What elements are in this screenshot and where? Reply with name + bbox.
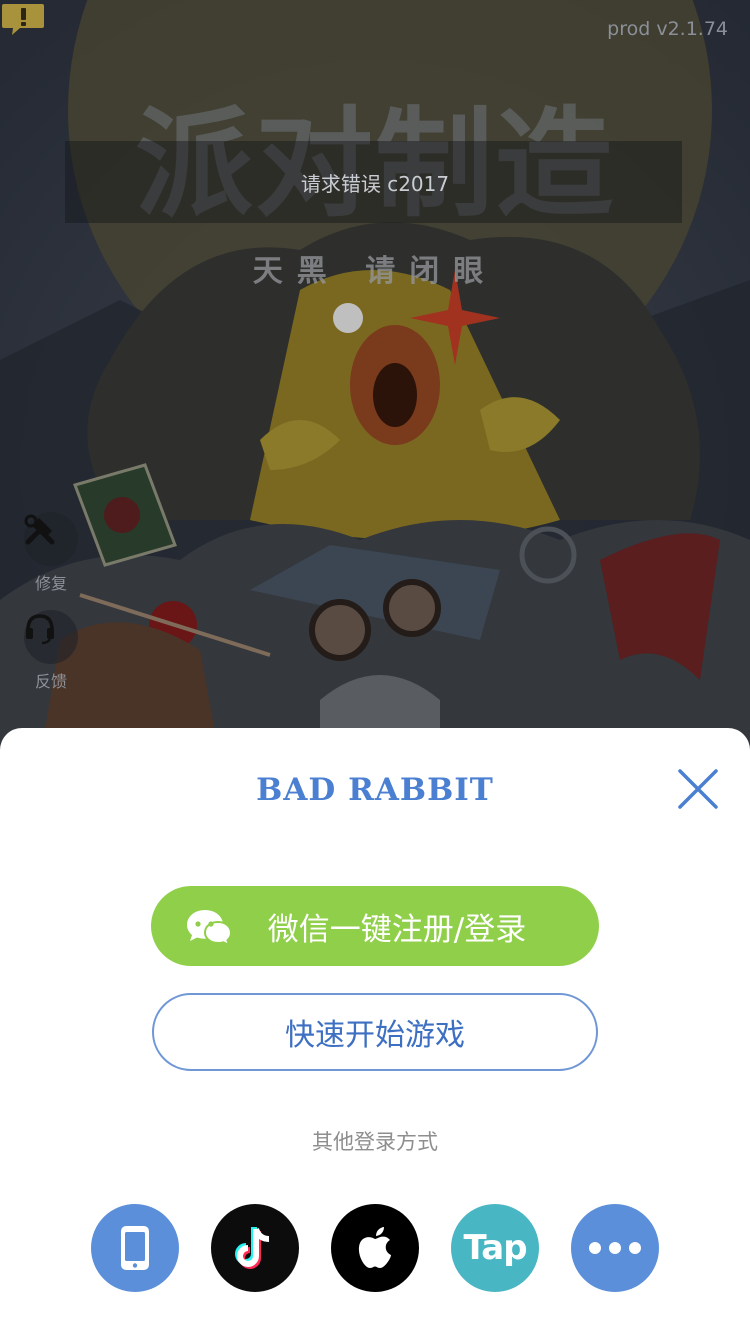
warning-bubble-icon (2, 4, 44, 35)
wechat-login-button[interactable]: 微信一键注册/登录 (151, 886, 599, 966)
quick-start-button[interactable]: 快速开始游戏 (152, 993, 598, 1071)
apple-icon (358, 1227, 391, 1268)
more-login-button[interactable] (571, 1204, 659, 1292)
taptap-icon: Tap (463, 1228, 527, 1268)
wechat-icon (187, 910, 233, 946)
tiktok-icon (235, 1227, 270, 1269)
more-icon (589, 1242, 641, 1254)
phone-icon (121, 1226, 149, 1270)
repair-icon-wrap (24, 512, 78, 566)
apple-login-button[interactable] (331, 1204, 419, 1292)
login-sheet: BAD RABBIT 微信一键注册/登录 快速开始游戏 其他登录方式 Tap (0, 728, 750, 1334)
repair-label: 修复 (34, 574, 67, 593)
brand-title: BAD RABBIT (256, 772, 494, 808)
version-label: prod v2.1.74 (607, 18, 728, 40)
taptap-login-button[interactable]: Tap (451, 1204, 539, 1292)
close-icon[interactable] (673, 764, 723, 814)
wechat-login-label: 微信一键注册/登录 (267, 911, 527, 948)
tiktok-login-button[interactable] (211, 1204, 299, 1292)
other-login-methods-label: 其他登录方式 (312, 1130, 438, 1154)
repair-button[interactable]: 修复 (22, 512, 80, 594)
game-subtitle-art: 天黑 请闭眼 (252, 254, 498, 289)
error-message: 请求错误 c2017 (300, 172, 450, 196)
feedback-icon-wrap (24, 610, 78, 664)
feedback-label: 反馈 (34, 672, 67, 691)
headset-icon (26, 614, 54, 645)
feedback-button[interactable]: 反馈 (22, 610, 80, 692)
hammer-wrench-icon (24, 514, 55, 545)
phone-login-button[interactable] (91, 1204, 179, 1292)
